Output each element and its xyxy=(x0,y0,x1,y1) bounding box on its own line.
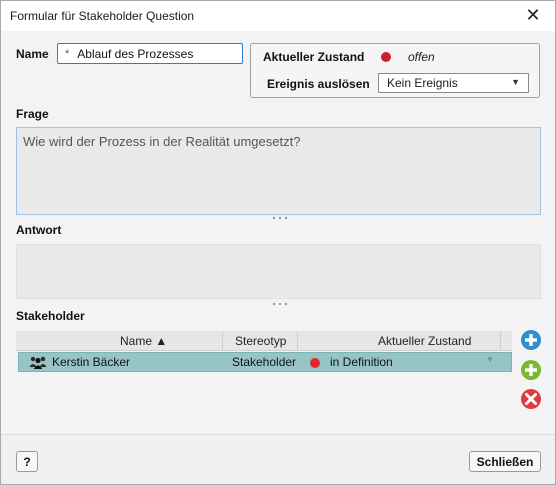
remove-icon[interactable] xyxy=(520,388,542,410)
column-divider[interactable] xyxy=(222,331,223,351)
required-marker: * xyxy=(65,47,70,60)
row-stereotype: Stakeholder xyxy=(232,355,297,369)
close-button[interactable]: Schließen xyxy=(469,451,541,472)
frage-value: Wie wird der Prozess in der Realität umg… xyxy=(23,134,301,149)
column-header-name[interactable]: Name ▲ xyxy=(120,334,167,348)
row-state-dropdown-icon[interactable]: ▼ xyxy=(486,355,494,364)
dropdown-arrow-icon: ▼ xyxy=(511,77,520,87)
add-new-icon[interactable] xyxy=(520,359,542,381)
column-header-stereotype[interactable]: Stereotyp xyxy=(235,334,286,348)
row-state-status-icon xyxy=(310,358,320,368)
dialog-footer: ? Schließen xyxy=(1,434,555,484)
name-label: Name xyxy=(16,47,49,61)
title-bar: Formular für Stakeholder Question ✕ xyxy=(1,1,555,31)
current-state-label: Aktueller Zustand xyxy=(263,50,365,64)
row-name: Kerstin Bäcker xyxy=(52,355,131,369)
add-icon[interactable] xyxy=(520,329,542,351)
column-header-state[interactable]: Aktueller Zustand xyxy=(378,334,471,348)
stakeholder-group-icon xyxy=(29,356,47,369)
frage-label: Frage xyxy=(16,107,49,121)
column-divider[interactable] xyxy=(297,331,298,351)
trigger-event-select[interactable]: Kein Ereignis ▼ xyxy=(378,73,529,93)
table-header: Name ▲ Stereotyp Aktueller Zustand xyxy=(16,331,512,351)
stakeholder-table: Name ▲ Stereotyp Aktueller Zustand Kerst… xyxy=(16,331,512,373)
name-value: Ablauf des Prozesses xyxy=(77,46,194,61)
antwort-resize-grip-icon[interactable] xyxy=(273,303,287,307)
column-divider[interactable] xyxy=(500,331,501,351)
name-field[interactable]: * Ablauf des Prozesses xyxy=(57,43,243,64)
close-icon[interactable]: ✕ xyxy=(523,5,543,25)
antwort-textarea[interactable] xyxy=(16,244,541,299)
stakeholder-label: Stakeholder xyxy=(16,309,85,323)
form-content: Name * Ablauf des Prozesses Aktueller Zu… xyxy=(1,31,555,434)
current-state-value: offen xyxy=(408,50,435,64)
help-button[interactable]: ? xyxy=(16,451,38,472)
table-row[interactable]: Kerstin Bäcker Stakeholder in Definition… xyxy=(18,352,512,372)
row-state: in Definition xyxy=(330,355,393,369)
state-panel: Aktueller Zustand offen Ereignis auslöse… xyxy=(250,43,540,98)
state-status-icon xyxy=(381,52,391,62)
frage-resize-grip-icon[interactable] xyxy=(273,217,287,221)
antwort-label: Antwort xyxy=(16,223,62,237)
window-title: Formular für Stakeholder Question xyxy=(10,9,195,23)
frage-textarea[interactable]: Wie wird der Prozess in der Realität umg… xyxy=(16,127,541,215)
stakeholder-question-dialog: Formular für Stakeholder Question ✕ Name… xyxy=(0,0,556,485)
trigger-event-value: Kein Ereignis xyxy=(387,76,458,90)
trigger-event-label: Ereignis auslösen xyxy=(267,77,370,91)
